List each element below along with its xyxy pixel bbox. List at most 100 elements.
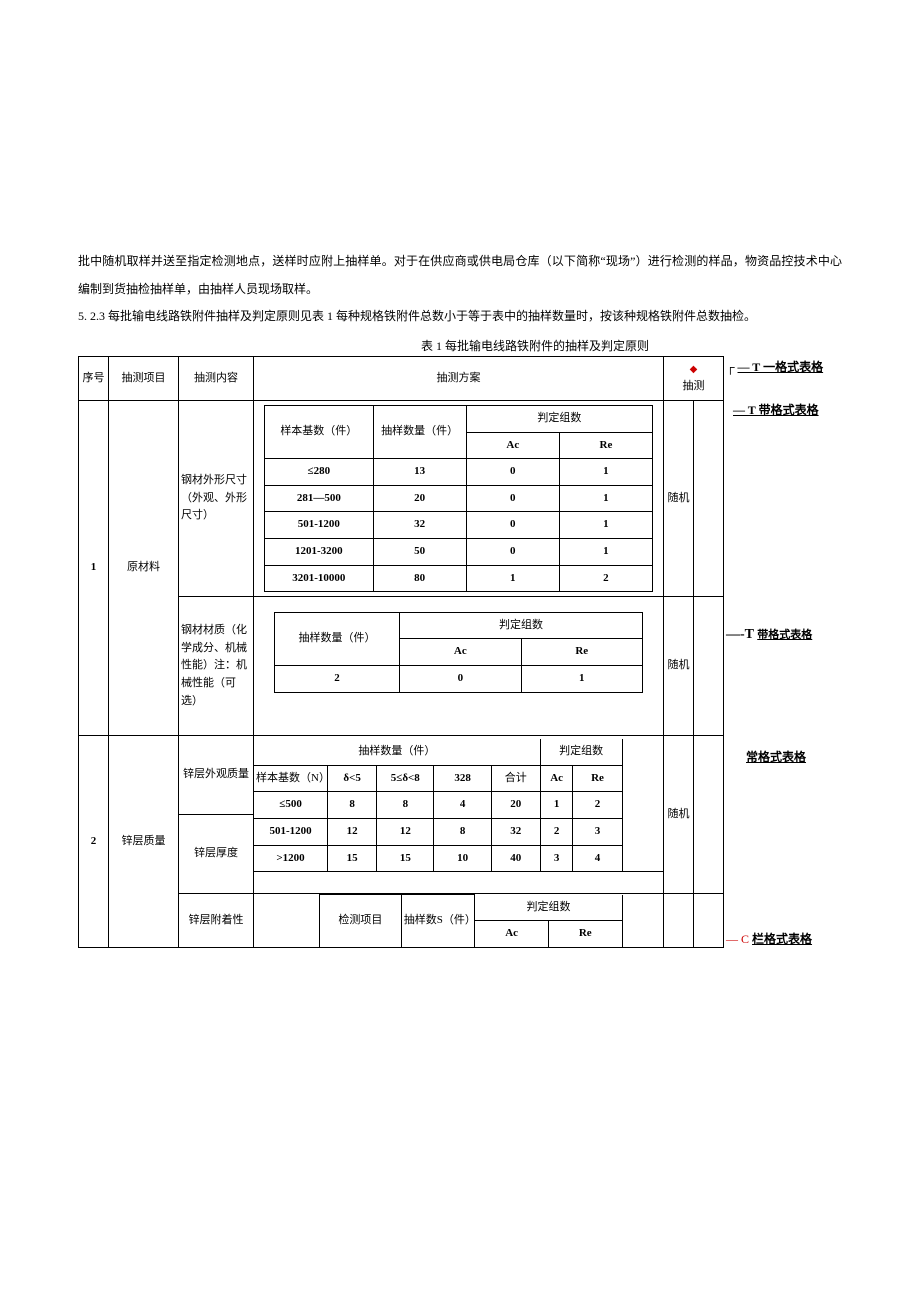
blank: [694, 597, 724, 736]
hdr-sample: ◆ 抽测: [664, 356, 724, 400]
table-caption: 表 1 每批输电线路铁附件的抽样及判定原则: [228, 337, 842, 354]
cell: 0: [466, 538, 559, 565]
table-row: 1 原材料 钢材外形尺寸（外观、外形尺寸） 样本基数（件） 抽样数量（件） 判定…: [79, 400, 724, 596]
rand-1a: 随机: [664, 400, 694, 596]
cell: 501-1200: [265, 512, 374, 539]
cell: 1: [559, 538, 652, 565]
inner-table-1a: 样本基数（件） 抽样数量（件） 判定组数 Ac Re ≤2801301 281—…: [264, 405, 653, 592]
annotation-3: —-T 带格式表格: [726, 626, 812, 643]
cell: 32: [491, 818, 540, 845]
cell: 13: [373, 459, 466, 486]
hdr-d5: δ<5: [328, 765, 377, 792]
annotation-5: — C 栏格式表格: [726, 930, 812, 947]
content-1b: 钢材材质（化学成分、机械性能）注：机械性能（可选）: [179, 597, 254, 736]
cell: 1: [540, 792, 573, 819]
line-icon: — C: [726, 932, 752, 946]
annotation-text: 栏格式表格: [752, 932, 812, 946]
cell: 1: [466, 565, 559, 592]
seq-2: 2: [79, 736, 109, 948]
cell: 10: [434, 845, 491, 872]
annotation-text: 常格式表格: [746, 750, 806, 764]
cell: 0: [400, 665, 521, 692]
cell: 20: [373, 485, 466, 512]
blank: [694, 400, 724, 596]
blank: [664, 894, 694, 948]
cell: 1: [559, 485, 652, 512]
hdr-ac: Ac: [540, 765, 573, 792]
cell: 1: [521, 665, 642, 692]
blank: [275, 692, 643, 721]
cell: 2: [540, 818, 573, 845]
inner-table-1b: 抽样数量（件） 判定组数 Ac Re 2 0 1: [274, 612, 643, 721]
hdr-re: Re: [521, 639, 642, 666]
hdr-qty: 抽样数量（件）: [275, 612, 400, 665]
content-2a: 锌层外观质量: [179, 736, 254, 815]
cell: ≤280: [265, 459, 374, 486]
cell: 1201-3200: [265, 538, 374, 565]
cell: 8: [328, 792, 377, 819]
cell: 501-1200: [254, 818, 328, 845]
hdr-judge: 判定组数: [400, 612, 643, 639]
hdr-qty: 抽样数量（件）: [254, 739, 540, 765]
cell: 15: [377, 845, 434, 872]
cell: 0: [466, 512, 559, 539]
annotation-2: — T 带格式表格: [733, 401, 819, 418]
cell: ≤500: [254, 792, 328, 819]
hdr-re: Re: [573, 765, 622, 792]
hdr-seq: 序号: [79, 356, 109, 400]
cell: 50: [373, 538, 466, 565]
cell: 3201-10000: [265, 565, 374, 592]
hdr-judge: 判定组数: [475, 895, 622, 921]
cell: 12: [328, 818, 377, 845]
cell: 0: [466, 485, 559, 512]
cell: 0: [466, 459, 559, 486]
inner-table-2: 抽样数量（件） 判定组数 样本基数（N） δ<5 5≤δ<8 328 合计 Ac…: [254, 739, 663, 890]
inner-table-2c: 检测项目 抽样数S（件） 判定组数 Ac Re: [254, 894, 663, 947]
hdr-ac: Ac: [475, 921, 549, 947]
cell: 8: [434, 818, 491, 845]
cell: 12: [377, 818, 434, 845]
annotation-4: 常格式表格: [746, 748, 806, 765]
cell: 2: [559, 565, 652, 592]
cell: 4: [573, 845, 622, 872]
table-row: 2 锌层质量 锌层外观质量 抽样数量（件） 判定组数 样本基数（N） δ<5: [79, 736, 724, 815]
blank: [622, 895, 663, 947]
cell: 3: [573, 818, 622, 845]
hdr-judge: 判定组数: [466, 405, 652, 432]
hdr-re: Re: [559, 432, 652, 459]
annotation-text: — T 一格式表格: [738, 360, 824, 374]
hdr-n: 样本基数（N）: [254, 765, 328, 792]
hdr-qty: 抽样数量（件）: [373, 405, 466, 458]
proj-2: 锌层质量: [109, 736, 179, 948]
hdr-total: 合计: [491, 765, 540, 792]
cell: 15: [328, 845, 377, 872]
cell: 20: [491, 792, 540, 819]
rand-2: 随机: [664, 736, 694, 894]
blank: [694, 894, 724, 948]
content-2c: 锌层附着性: [179, 894, 254, 948]
hdr-plan: 抽测方案: [254, 356, 664, 400]
hdr-s: 抽样数S（件）: [401, 895, 475, 947]
hdr-proj: 抽测项目: [109, 356, 179, 400]
sampling-table: 序号 抽测项目 抽测内容 抽测方案 ◆ 抽测 1 原材料 钢材外形尺寸（外观、外…: [78, 356, 724, 948]
cell: 4: [434, 792, 491, 819]
hdr-ac: Ac: [400, 639, 521, 666]
blank: [694, 736, 724, 894]
content-2b: 锌层厚度: [179, 815, 254, 894]
hdr-sample-text: 抽测: [683, 380, 705, 392]
cell: 40: [491, 845, 540, 872]
hdr-328: 328: [434, 765, 491, 792]
cell: 2: [573, 792, 622, 819]
diamond-icon: ◆: [690, 364, 698, 375]
line-icon: —-T: [726, 627, 757, 642]
hdr-base: 样本基数（件）: [265, 405, 374, 458]
hdr-re: Re: [548, 921, 622, 947]
annotation-text: — T 带格式表格: [733, 403, 819, 417]
hdr-content: 抽测内容: [179, 356, 254, 400]
annotation-1: ┌ — T 一格式表格: [726, 358, 823, 375]
line-icon: ┌: [726, 360, 735, 374]
blank: [254, 872, 663, 891]
hdr-testitem: 检测项目: [319, 895, 401, 947]
content-1a: 钢材外形尺寸（外观、外形尺寸）: [179, 400, 254, 596]
cell: 32: [373, 512, 466, 539]
